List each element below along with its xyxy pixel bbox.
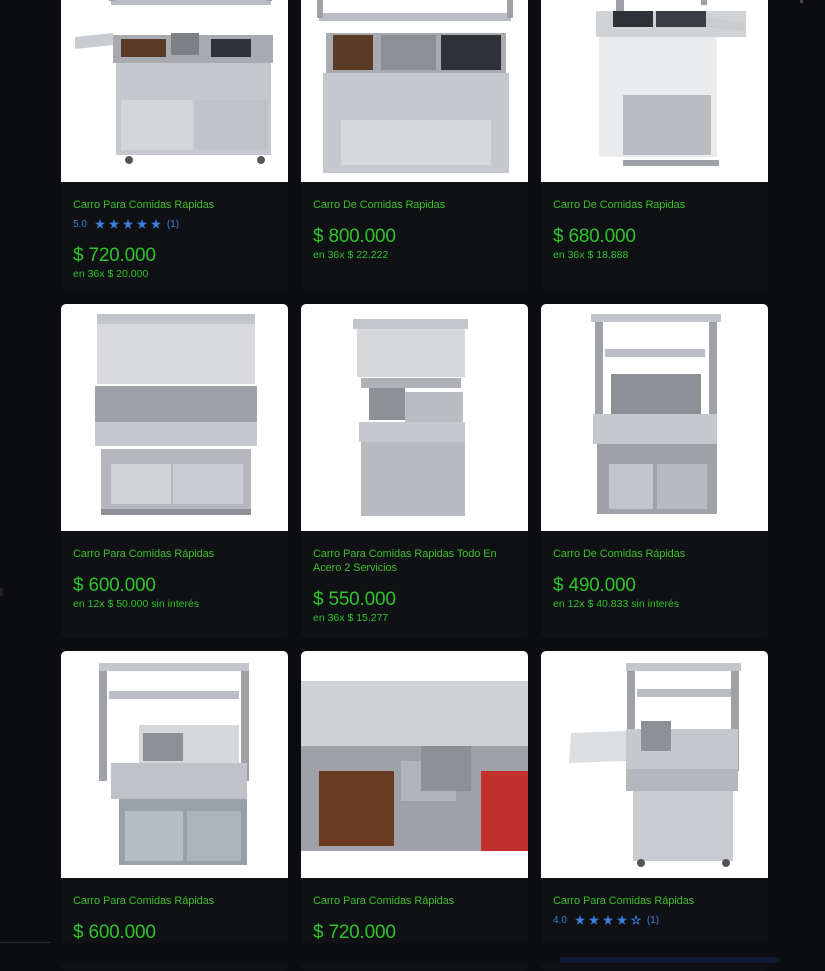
edge-marker (800, 0, 803, 3)
product-image[interactable] (61, 304, 288, 531)
product-price: $ 800.000 (313, 226, 396, 247)
star-filled-icon (602, 915, 613, 925)
product-title[interactable]: Carro Para Comidas Rapidas (73, 198, 276, 212)
product-grid: Carro Para Comidas Rapidas 5.0 (1) $ 720… (61, 0, 768, 971)
rating-score: 5.0 (73, 218, 87, 230)
product-rating: 4.0 (1) (553, 913, 756, 927)
product-title[interactable]: Carro Para Comidas Rápidas (553, 894, 756, 908)
product-rating: 5.0 (1) (73, 217, 276, 231)
product-installments: en 36x $ 15.277 (313, 612, 389, 624)
product-image[interactable] (301, 0, 528, 182)
product-price: $ 550.000 (313, 589, 396, 610)
rating-stars (94, 219, 165, 229)
product-card[interactable]: Carro Para Comidas Rápidas $ 600.000 (61, 651, 288, 971)
product-price: $ 490.000 (553, 575, 636, 596)
product-installments: en 36x $ 20.000 (73, 268, 149, 280)
product-price: $ 720.000 (313, 922, 396, 943)
product-card[interactable]: Carro De Comidas Rapidas $ 680.000 en 36… (541, 0, 768, 291)
product-installments: en 36x $ 18.888 (553, 249, 629, 261)
product-price: $ 600.000 (73, 922, 156, 943)
product-title[interactable]: Carro Para Comidas Rápidas (73, 547, 276, 561)
product-card[interactable]: Carro Para Comidas Rapidas 5.0 (1) $ 720… (61, 0, 288, 291)
product-title[interactable]: Carro De Comidas Rápidas (553, 547, 756, 561)
product-card[interactable]: Carro Para Comidas Rapidas Todo En Acero… (301, 304, 528, 638)
rating-count: (1) (646, 914, 660, 926)
product-title[interactable]: Carro De Comidas Rapidas (313, 198, 516, 212)
product-price: $ 600.000 (73, 575, 156, 596)
rating-stars (574, 915, 645, 925)
star-filled-icon (616, 915, 627, 925)
star-filled-icon (94, 219, 105, 229)
rating-score: 4.0 (553, 914, 567, 926)
product-image[interactable] (541, 651, 768, 878)
product-installments: en 12x $ 40.833 sin interés (553, 598, 680, 610)
star-filled-icon (122, 219, 133, 229)
star-filled-icon (588, 915, 599, 925)
product-image[interactable] (61, 651, 288, 878)
star-empty-icon (630, 915, 641, 925)
product-image[interactable] (61, 0, 288, 182)
product-card[interactable]: Carro De Comidas Rapidas $ 800.000 en 36… (301, 0, 528, 291)
product-price: $ 680.000 (553, 226, 636, 247)
star-filled-icon (574, 915, 585, 925)
product-image[interactable] (541, 304, 768, 531)
product-title[interactable]: Carro Para Comidas Rápidas (73, 894, 276, 908)
blue-strip (560, 957, 780, 963)
rating-count: (1) (166, 218, 180, 230)
product-price: $ 720.000 (73, 245, 156, 266)
star-filled-icon (150, 219, 161, 229)
edge-marker (0, 588, 3, 596)
product-card[interactable]: Carro De Comidas Rápidas $ 490.000 en 12… (541, 304, 768, 638)
product-image[interactable] (301, 651, 528, 878)
product-image[interactable] (541, 0, 768, 182)
star-filled-icon (108, 219, 119, 229)
product-card[interactable]: Carro Para Comidas Rápidas $ 720.000 (301, 651, 528, 971)
product-card[interactable]: Carro Para Comidas Rápidas 4.0 (1) (541, 651, 768, 971)
product-title[interactable]: Carro Para Comidas Rápidas (313, 894, 516, 908)
product-image[interactable] (301, 304, 528, 531)
product-title[interactable]: Carro De Comidas Rapidas (553, 198, 756, 212)
product-title[interactable]: Carro Para Comidas Rapidas Todo En Acero… (313, 547, 516, 575)
product-installments: en 12x $ 50.000 sin interés (73, 598, 200, 610)
star-filled-icon (136, 219, 147, 229)
product-installments: en 36x $ 22.222 (313, 249, 389, 261)
product-card[interactable]: Carro Para Comidas Rápidas $ 600.000 en … (61, 304, 288, 638)
